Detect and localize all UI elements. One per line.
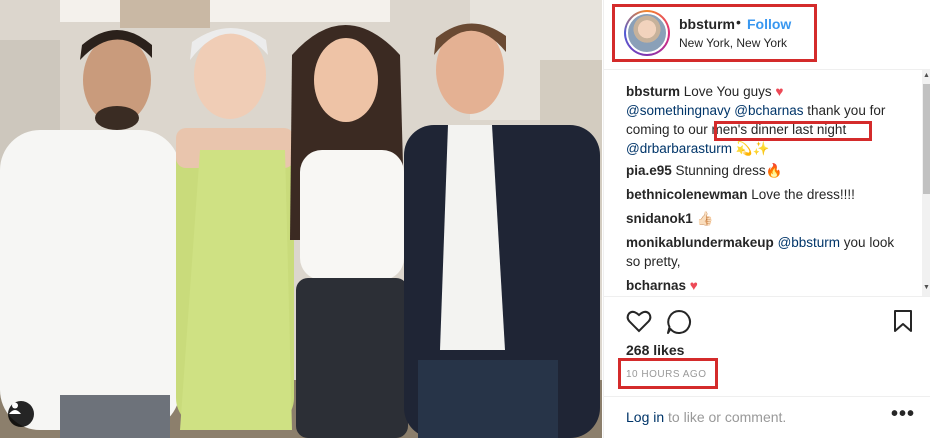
more-options-icon[interactable]: ••• — [891, 403, 915, 426]
scroll-thumb[interactable] — [923, 84, 930, 194]
heart-outline-icon[interactable] — [626, 309, 652, 338]
comment-item: pia.e95 Stunning dress🔥 — [626, 161, 911, 180]
mention-link[interactable]: @bbsturm — [778, 235, 840, 250]
post-header: bbsturm • Follow New York, New York — [604, 0, 930, 70]
comment-text: Love You guys — [680, 84, 776, 99]
scroll-up-arrow-icon[interactable]: ▲ — [922, 72, 930, 79]
photo-scene — [0, 0, 602, 438]
post-photo[interactable] — [0, 0, 602, 438]
highlight-box-dinner — [714, 121, 872, 141]
comment-item: bbsturm Love You guys ♥ — [626, 82, 911, 101]
comment-username[interactable]: bethnicolenewman — [626, 187, 748, 202]
comment-username[interactable]: pia.e95 — [626, 163, 672, 178]
scroll-down-arrow-icon[interactable]: ▼ — [922, 284, 930, 291]
post-detail-panel: bbsturm • Follow New York, New York bbst… — [603, 0, 930, 438]
login-link[interactable]: Log in — [626, 409, 664, 425]
person-tag-icon[interactable] — [8, 401, 34, 427]
comment-text: Stunning dress🔥 — [671, 163, 783, 178]
comment-item: monikablundermakeup @bbsturm you look so… — [626, 233, 911, 271]
comment-username[interactable]: snidanok1 — [626, 211, 693, 226]
comment-item: bethnicolenewman Love the dress!!!! — [626, 185, 911, 204]
action-bar — [604, 296, 930, 348]
comment-item: snidanok1 👍🏻 — [626, 209, 911, 228]
comment-text: 💫✨ — [732, 141, 770, 156]
heart-emoji-icon: ♥ — [775, 84, 784, 99]
comment-username[interactable]: bbsturm — [626, 84, 680, 99]
comment-item: bcharnas ♥ — [626, 276, 911, 295]
mention-link[interactable]: @bcharnas — [734, 103, 803, 118]
login-rest-text: to like or comment. — [664, 409, 787, 425]
mention-link[interactable]: @drbarbarasturm — [626, 141, 732, 156]
speech-bubble-icon[interactable] — [666, 309, 692, 340]
comment-username[interactable]: bcharnas — [626, 278, 686, 293]
heart-emoji-icon: ♥ — [689, 278, 698, 293]
highlight-box-header — [612, 4, 817, 62]
comments-list: bbsturm Love You guys ♥ @somethingnavy @… — [604, 70, 922, 296]
comment-username[interactable]: monikablundermakeup — [626, 235, 774, 250]
comment-text: Love the dress!!!! — [747, 187, 855, 202]
comment-text: 👍🏻 — [692, 211, 714, 226]
mention-link[interactable]: @somethingnavy — [626, 103, 731, 118]
post-footer: Log in to like or comment. ••• — [604, 396, 930, 438]
bookmark-icon[interactable] — [893, 309, 913, 338]
highlight-box-timestamp — [618, 358, 718, 389]
login-prompt: Log in to like or comment. — [626, 409, 786, 425]
likes-count[interactable]: 268 likes — [626, 342, 684, 358]
comments-scrollbar[interactable]: ▲ ▼ — [922, 70, 930, 296]
